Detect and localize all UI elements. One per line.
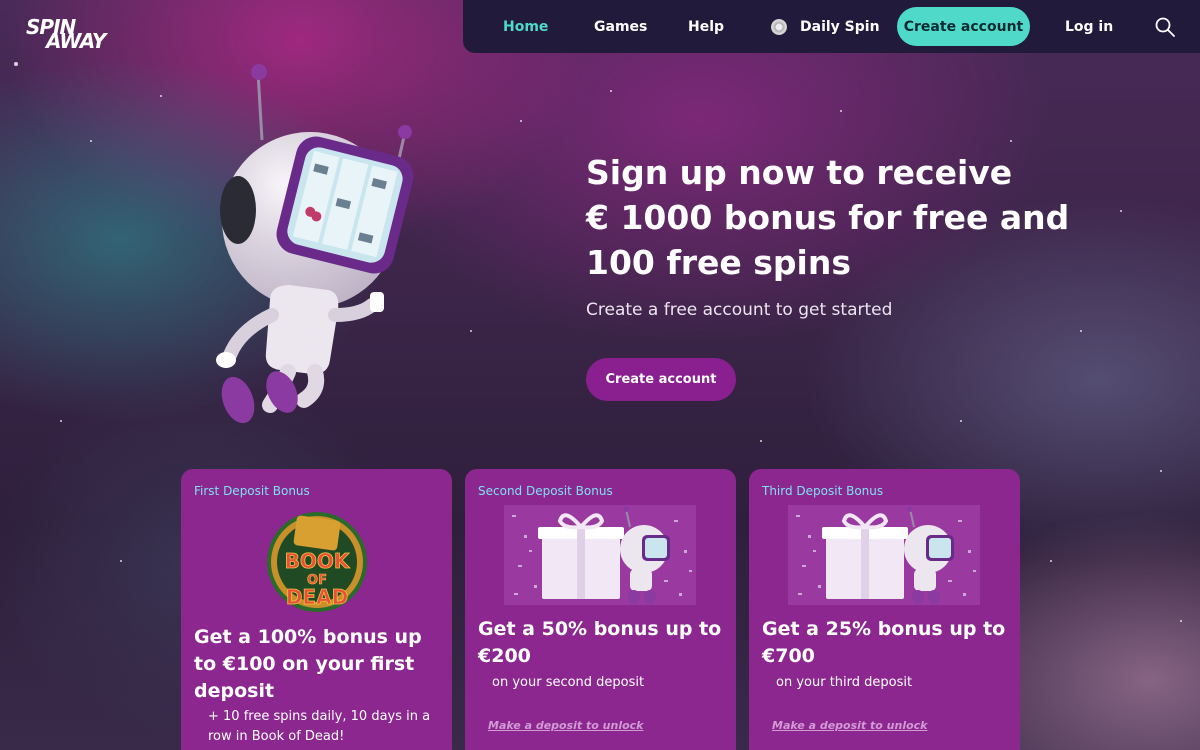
login-label: Log in — [1065, 18, 1114, 35]
card-title: Get a 25% bonus up to €700 — [762, 618, 1006, 667]
nav-games[interactable]: Games — [594, 0, 647, 53]
hero-heading-line-2: € 1000 bonus for free and — [586, 198, 1070, 237]
hero-heading: Sign up now to receive € 1000 bonus for … — [586, 150, 1106, 285]
make-deposit-link[interactable]: Make a deposit to unlock — [488, 719, 643, 732]
top-navigation: Home Games Help Daily Spin Create accoun… — [463, 0, 1200, 53]
make-deposit-link[interactable]: Make a deposit to unlock — [772, 719, 927, 732]
card-subtitle: on your second deposit — [492, 675, 645, 690]
card-title: Get a 100% bonus up to €100 on your firs… — [194, 626, 422, 702]
nav-home[interactable]: Home — [503, 0, 548, 53]
card-label: Third Deposit Bonus — [762, 484, 884, 498]
login-link[interactable]: Log in — [1065, 0, 1113, 53]
nav-games-label: Games — [594, 18, 648, 35]
second-deposit-bonus-card[interactable]: Second Deposit Bonus Get a 50% bonus up … — [465, 469, 736, 750]
third-deposit-bonus-card[interactable]: Third Deposit Bonus Get a 25% bonus up t… — [749, 469, 1020, 750]
search-icon[interactable] — [1155, 17, 1175, 37]
nav-help[interactable]: Help — [688, 0, 724, 53]
first-deposit-bonus-card[interactable]: First Deposit Bonus BOOK OF DEAD Get a 1… — [181, 469, 452, 750]
nav-daily-spin[interactable]: Daily Spin — [771, 0, 880, 53]
hero-subtitle: Create a free account to get started — [586, 300, 893, 320]
robot-mascot-illustration — [216, 64, 414, 424]
hero-heading-line-1: Sign up now to receive — [586, 153, 1013, 192]
gift-box-robot-image — [504, 505, 696, 605]
card-title: Get a 50% bonus up to €200 — [478, 618, 722, 667]
svg-text:DEAD: DEAD — [286, 585, 348, 609]
spin-away-logo[interactable]: SPIN AWAY — [26, 15, 118, 54]
card-subtitle: on your third deposit — [776, 675, 913, 690]
book-of-dead-logo-image: BOOK OF DEAD — [267, 512, 367, 612]
nav-daily-spin-label: Daily Spin — [800, 18, 880, 35]
hero-heading-line-3: 100 free spins — [586, 243, 851, 282]
card-label: Second Deposit Bonus — [478, 484, 613, 498]
nav-home-label: Home — [503, 18, 549, 35]
create-account-button[interactable]: Create account — [897, 7, 1030, 46]
hero-create-account-label: Create account — [605, 372, 717, 387]
hero-create-account-button[interactable]: Create account — [586, 358, 736, 401]
nav-help-label: Help — [688, 18, 725, 35]
daily-spin-wheel-icon — [771, 18, 787, 35]
svg-text:BOOK: BOOK — [285, 549, 351, 573]
gift-box-robot-image — [788, 505, 980, 605]
card-subtitle: + 10 free spins daily, 10 days in a row … — [208, 709, 431, 744]
card-label: First Deposit Bonus — [194, 484, 310, 498]
create-account-label: Create account — [903, 18, 1024, 35]
logo-mark: SPIN AWAY — [26, 15, 110, 53]
svg-text:AWAY: AWAY — [44, 29, 109, 50]
